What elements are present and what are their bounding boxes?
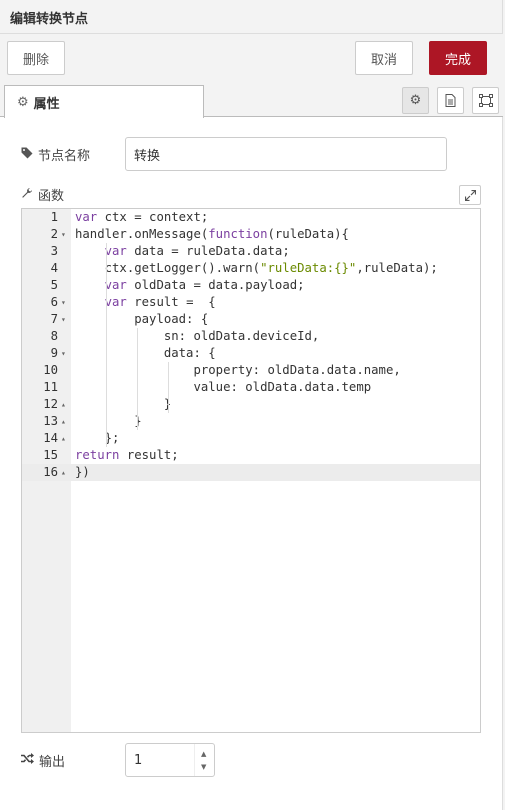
tab-description[interactable] (437, 87, 464, 114)
function-label: 函数 (21, 185, 64, 204)
done-button[interactable]: 完成 (429, 41, 487, 75)
code-line[interactable]: 16 ▴}) (22, 464, 480, 481)
code-text: value: oldData.data.temp (75, 380, 372, 394)
gear-icon: ⚙ (409, 93, 422, 108)
indent-guide (137, 328, 138, 430)
line-number: 9 (50, 346, 58, 360)
delete-button[interactable]: 删除 (7, 41, 65, 75)
line-number: 2 (50, 227, 58, 241)
fold-toggle-icon[interactable]: ▾ (61, 311, 69, 328)
dialog-toolbar: 删除 取消 完成 (0, 34, 503, 84)
code-editor[interactable]: 1 var ctx = context; 2 ▾ handler.onMessage(f… (21, 208, 481, 733)
wrench-icon (21, 187, 33, 203)
code-line[interactable]: 15 return result; (22, 447, 480, 464)
line-number: 4 (50, 261, 58, 275)
code-text: var data = ruleData.data; (104, 244, 290, 258)
code-text: return result; (75, 448, 179, 462)
outputs-stepper[interactable]: 1 ▲ ▼ (125, 743, 215, 777)
line-number: 10 (43, 363, 58, 377)
line-number: 12 (43, 397, 58, 411)
cancel-button[interactable]: 取消 (355, 41, 413, 75)
line-number: 6 (50, 295, 58, 309)
tab-properties[interactable]: ⚙ 属性 (4, 85, 204, 118)
code-text: property: oldData.data.name, (75, 363, 401, 377)
code-text: } (75, 414, 142, 428)
code-text: ctx.getLogger().warn("ruleData:{}",ruleD… (75, 261, 438, 275)
code-line[interactable]: 5 var oldData = data.payload; (22, 277, 480, 294)
frame-icon (478, 94, 493, 107)
code-text: var result = { (104, 295, 216, 309)
code-line[interactable]: 7 ▾ payload: { (22, 311, 480, 328)
editor-code-area[interactable]: 1 var ctx = context; 2 ▾ handler.onMessage(f… (22, 209, 480, 481)
fold-toggle-icon[interactable]: ▾ (61, 226, 69, 243)
line-number: 3 (50, 244, 58, 258)
code-line[interactable]: 11 value: oldData.data.temp (22, 379, 480, 396)
indent-guide (106, 243, 107, 447)
gear-icon: ⚙ (17, 94, 29, 110)
code-line[interactable]: 1 var ctx = context; (22, 209, 480, 226)
line-number: 1 (50, 210, 58, 224)
fold-toggle-icon[interactable]: ▾ (61, 345, 69, 362)
code-line[interactable]: 14 ▴ }; (22, 430, 480, 447)
fold-toggle-icon[interactable]: ▴ (61, 396, 69, 413)
tab-bar: ⚙ 属性 ⚙ (0, 84, 503, 118)
line-number: 11 (43, 380, 58, 394)
expand-icon (464, 189, 476, 201)
expand-editor-button[interactable] (459, 185, 481, 205)
code-line[interactable]: 4 ctx.getLogger().warn("ruleData:{}",rul… (22, 260, 480, 277)
stepper-down-icon[interactable]: ▼ (201, 763, 206, 771)
code-text: var ctx = context; (75, 210, 209, 224)
outputs-label-text: 输出 (39, 755, 66, 770)
tag-icon (21, 147, 33, 163)
dialog-title: 编辑转换节点 (10, 12, 89, 27)
code-line[interactable]: 9 ▾ data: { (22, 345, 480, 362)
code-text: } (75, 397, 172, 411)
code-text: var oldData = data.payload; (104, 278, 305, 292)
code-line[interactable]: 8 sn: oldData.deviceId, (22, 328, 480, 345)
name-label: 节点名称 (21, 145, 90, 164)
code-line[interactable]: 2 ▾ handler.onMessage(function(ruleData){ (22, 226, 480, 243)
fold-toggle-icon[interactable]: ▴ (61, 464, 69, 481)
outputs-label: 输出 (21, 751, 65, 770)
line-number: 7 (50, 312, 58, 326)
code-text: sn: oldData.deviceId, (75, 329, 320, 343)
name-label-text: 节点名称 (38, 149, 91, 164)
code-line[interactable]: 10 property: oldData.data.name, (22, 362, 480, 379)
outputs-value: 1 (134, 753, 143, 768)
code-line[interactable]: 12 ▴ } (22, 396, 480, 413)
code-text: handler.onMessage(function(ruleData){ (75, 227, 349, 241)
line-number: 8 (50, 329, 58, 343)
name-input[interactable]: 转换 (125, 137, 447, 171)
function-label-text: 函数 (38, 189, 65, 204)
dialog-header: 编辑转换节点 (0, 0, 503, 34)
code-text: data: { (75, 346, 216, 360)
line-number: 16 (43, 465, 58, 479)
stepper-controls[interactable]: ▲ ▼ (194, 744, 214, 776)
code-line[interactable]: 6 ▾ var result = { (22, 294, 480, 311)
tab-properties-label: 属性 (33, 96, 60, 112)
tab-appearance[interactable] (472, 87, 499, 114)
line-number: 14 (43, 431, 58, 445)
code-text: }) (75, 465, 90, 479)
code-line[interactable]: 3 var data = ruleData.data; (22, 243, 480, 260)
code-text: }; (75, 431, 120, 445)
line-number: 15 (43, 448, 58, 462)
code-line[interactable]: 13 ▴ } (22, 413, 480, 430)
stepper-up-icon[interactable]: ▲ (201, 750, 206, 758)
tab-settings[interactable]: ⚙ (402, 87, 429, 114)
shuffle-icon (21, 753, 34, 768)
code-text: payload: { (75, 312, 209, 326)
fold-toggle-icon[interactable]: ▴ (61, 430, 69, 447)
document-icon (445, 94, 456, 107)
indent-guide (168, 362, 169, 413)
line-number: 13 (43, 414, 58, 428)
fold-toggle-icon[interactable]: ▴ (61, 413, 69, 430)
line-number: 5 (50, 278, 58, 292)
fold-toggle-icon[interactable]: ▾ (61, 294, 69, 311)
